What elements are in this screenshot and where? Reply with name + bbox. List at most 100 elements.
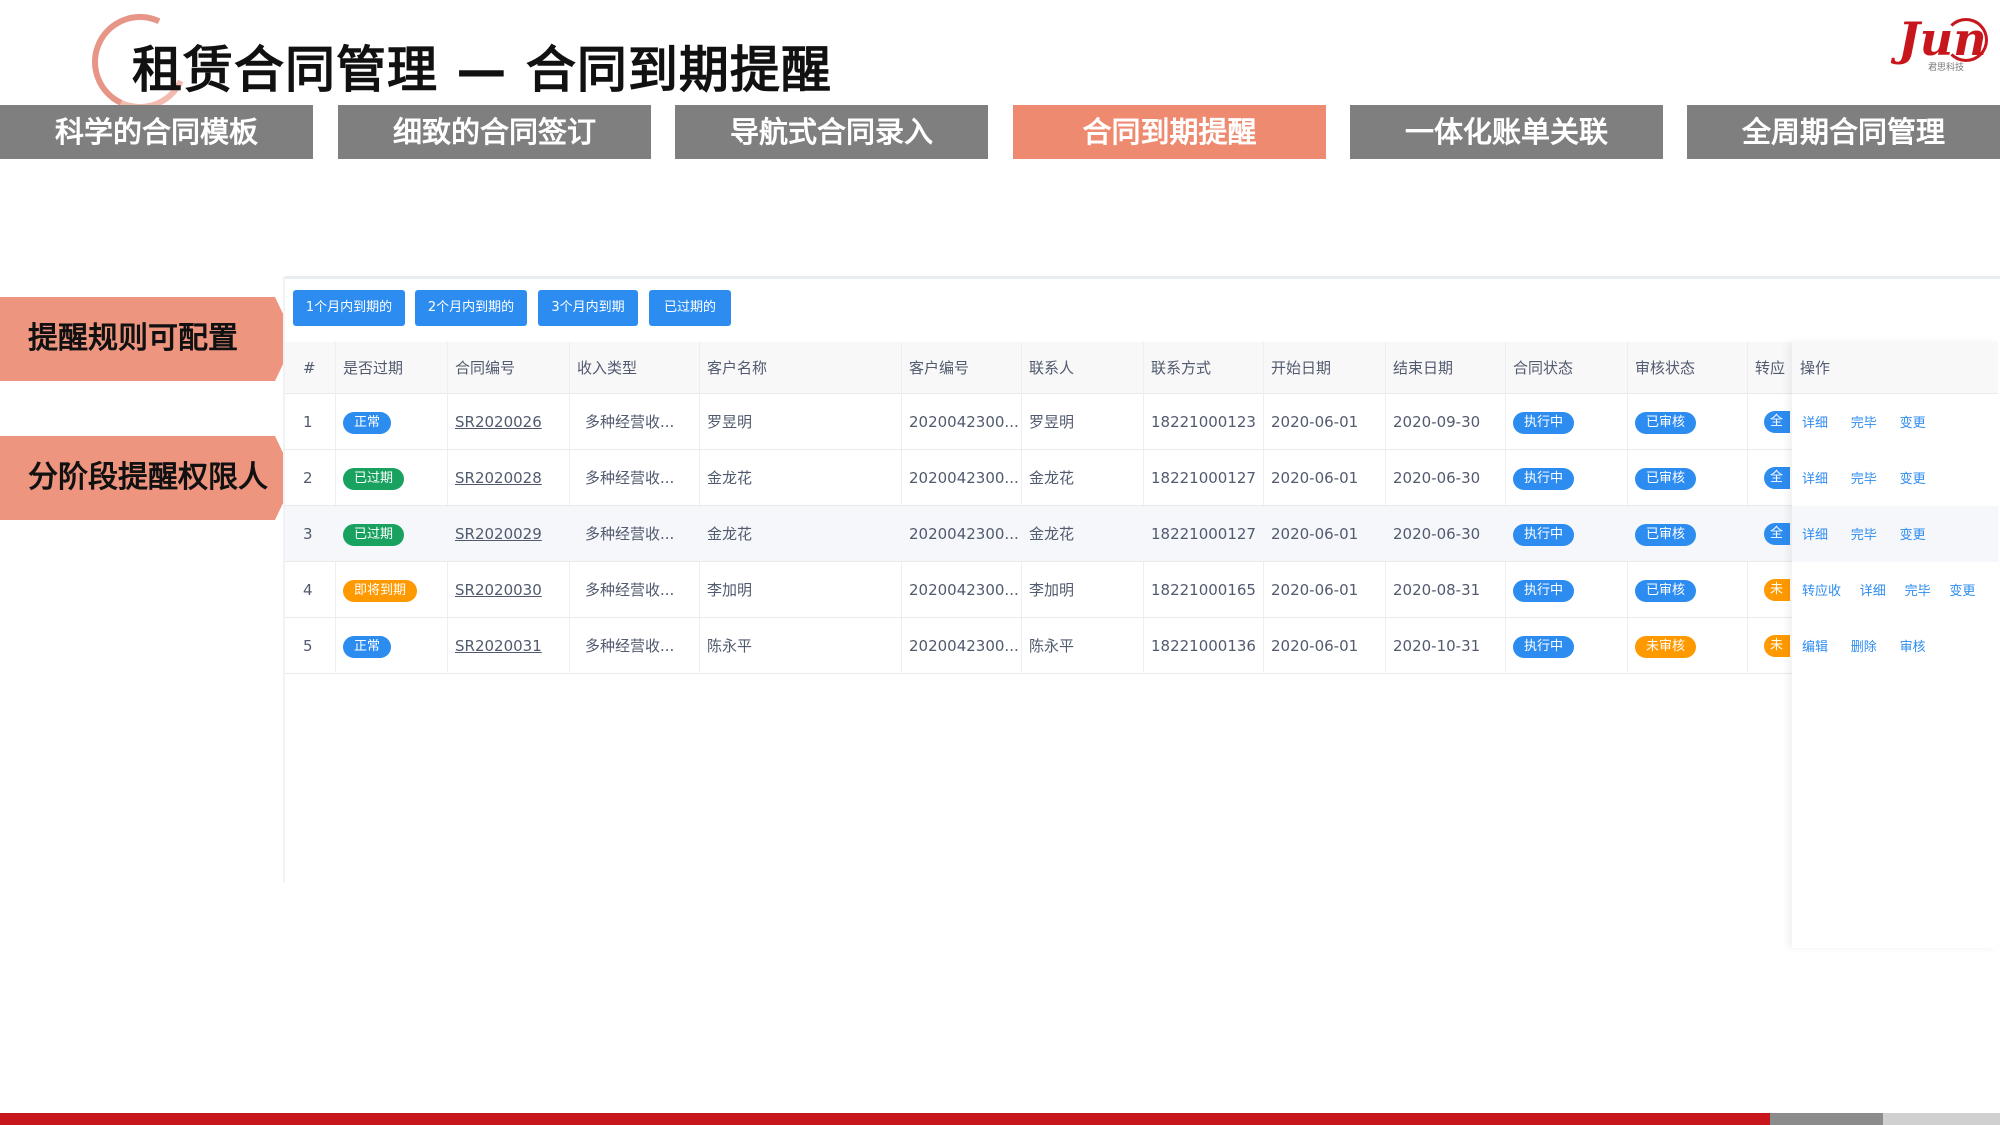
audit-status-badge: 未审核 (1635, 635, 1697, 658)
contract-status-badge: 执行中 (1513, 411, 1575, 434)
contract-code-link[interactable]: SR2020028 (455, 469, 542, 487)
audit-link[interactable]: 审核 (1900, 640, 1926, 655)
cell-contact: 金龙花 (1029, 469, 1075, 487)
expired-status-badge: 正常 (343, 635, 392, 658)
delete-link[interactable]: 删除 (1851, 640, 1877, 655)
th-end-date: 结束日期 (1393, 359, 1454, 377)
panel-divider (283, 276, 2000, 279)
change-link[interactable]: 变更 (1900, 528, 1926, 543)
expired-status-badge: 正常 (343, 411, 392, 434)
detail-link[interactable]: 详细 (1860, 584, 1886, 599)
row-actions: 详细 完毕 变更 (1792, 394, 1998, 450)
cell-contract-status: 执行中 (1505, 618, 1627, 674)
filter-3-months-button[interactable]: 3个月内到期 (538, 290, 638, 326)
cell-contract-code: SR2020030 (447, 562, 569, 618)
table-header: # 是否过期 合同编号 收入类型 客户名称 客户编号 联系人 联系方式 开始日期… (285, 342, 1998, 394)
cell-contract-code: SR2020026 (447, 394, 569, 450)
row-actions: 详细 完毕 变更 (1792, 506, 1998, 562)
cell-end-date: 2020-06-30 (1393, 525, 1481, 543)
cell-contract-code: SR2020028 (447, 450, 569, 506)
complete-link[interactable]: 完毕 (1851, 528, 1877, 543)
th-contract-status: 合同状态 (1513, 359, 1574, 377)
cell-end-date: 2020-06-30 (1393, 469, 1481, 487)
cell-phone: 18221000136 (1151, 637, 1256, 655)
cell-customer-no: 2020042300... (909, 637, 1019, 655)
complete-link[interactable]: 完毕 (1851, 472, 1877, 487)
table-row[interactable]: 2 已过期 SR2020028 多种经营收... 金龙花 2020042300.… (285, 450, 1998, 506)
th-start-date: 开始日期 (1271, 359, 1332, 377)
row-actions: 转应收 详细 完毕 变更 (1792, 562, 1998, 618)
contract-code-link[interactable]: SR2020030 (455, 581, 542, 599)
logo-mark: Jun (1898, 12, 1987, 66)
th-contract-code: 合同编号 (455, 359, 516, 377)
th-customer-name: 客户名称 (707, 359, 768, 377)
cell-income-type: 多种经营收... (585, 637, 675, 655)
table-row[interactable]: 5 正常 SR2020031 多种经营收... 陈永平 2020042300..… (285, 618, 1998, 674)
change-link[interactable]: 变更 (1900, 416, 1926, 431)
cell-income-type: 多种经营收... (585, 469, 675, 487)
contract-code-link[interactable]: SR2020026 (455, 413, 542, 431)
expired-status-badge: 已过期 (343, 523, 405, 546)
contract-status-badge: 执行中 (1513, 635, 1575, 658)
cell-customer-no: 2020042300... (909, 581, 1019, 599)
change-link[interactable]: 变更 (1949, 584, 1975, 599)
tab-bill-linking[interactable]: 一体化账单关联 (1350, 105, 1663, 159)
detail-link[interactable]: 详细 (1802, 416, 1828, 431)
cell-contract-code: SR2020031 (447, 618, 569, 674)
cell-contact: 罗昱明 (1029, 413, 1075, 431)
edit-link[interactable]: 编辑 (1802, 640, 1828, 655)
tab-contract-template[interactable]: 科学的合同模板 (0, 105, 313, 159)
th-contact: 联系人 (1029, 359, 1075, 377)
convert-status-badge: 全 (1764, 523, 1790, 545)
cell-audit-status: 已审核 (1627, 450, 1747, 506)
contract-code-link[interactable]: SR2020031 (455, 637, 542, 655)
change-link[interactable]: 变更 (1900, 472, 1926, 487)
detail-link[interactable]: 详细 (1802, 472, 1828, 487)
th-convert: 转应 (1755, 359, 1786, 377)
logo-subtitle: 君思科技 (1928, 63, 1965, 73)
cell-index: 4 (303, 581, 313, 599)
convert-receivable-link[interactable]: 转应收 (1802, 584, 1841, 599)
tab-contract-entry[interactable]: 导航式合同录入 (675, 105, 988, 159)
cell-audit-status: 已审核 (1627, 562, 1747, 618)
filter-expired-button[interactable]: 已过期的 (649, 290, 731, 326)
cell-customer-name: 陈永平 (707, 637, 753, 655)
cell-expired: 已过期 (335, 450, 447, 506)
table-row[interactable]: 3 已过期 SR2020029 多种经营收... 金龙花 2020042300.… (285, 506, 1998, 562)
cell-phone: 18221000127 (1151, 469, 1256, 487)
tab-contract-signing[interactable]: 细致的合同签订 (338, 105, 651, 159)
complete-link[interactable]: 完毕 (1851, 416, 1877, 431)
th-customer-no: 客户编号 (909, 359, 970, 377)
table-row[interactable]: 1 正常 SR2020026 多种经营收... 罗昱明 2020042300..… (285, 394, 1998, 450)
cell-contact: 陈永平 (1029, 637, 1075, 655)
detail-link[interactable]: 详细 (1802, 528, 1828, 543)
tab-expiry-reminder[interactable]: 合同到期提醒 (1013, 105, 1326, 159)
operations-column: 操作 详细 完毕 变更 详细 完毕 变更 详细 完毕 变更 转应收 详细 完毕 … (1792, 342, 1998, 948)
cell-contact: 金龙花 (1029, 525, 1075, 543)
tab-full-cycle[interactable]: 全周期合同管理 (1687, 105, 2000, 159)
cell-end-date: 2020-10-31 (1393, 637, 1481, 655)
footer-bar-light (1883, 1113, 2000, 1125)
cell-index: 3 (303, 525, 313, 543)
expired-status-badge: 即将到期 (343, 579, 418, 602)
filter-2-months-button[interactable]: 2个月内到期的 (415, 290, 527, 326)
cell-start-date: 2020-06-01 (1271, 581, 1359, 599)
th-phone: 联系方式 (1151, 359, 1212, 377)
audit-status-badge: 已审核 (1635, 579, 1697, 602)
filter-1-month-button[interactable]: 1个月内到期的 (293, 290, 405, 326)
cell-audit-status: 已审核 (1627, 394, 1747, 450)
th-index: # (303, 359, 316, 377)
contract-code-link[interactable]: SR2020029 (455, 525, 542, 543)
cell-start-date: 2020-06-01 (1271, 469, 1359, 487)
callout-configurable-rules: 提醒规则可配置 (0, 297, 295, 381)
cell-expired: 正常 (335, 394, 447, 450)
table-row[interactable]: 4 即将到期 SR2020030 多种经营收... 李加明 2020042300… (285, 562, 1998, 618)
cell-contract-status: 执行中 (1505, 450, 1627, 506)
convert-status-badge: 未 (1764, 579, 1790, 601)
cell-index: 2 (303, 469, 313, 487)
complete-link[interactable]: 完毕 (1905, 584, 1931, 599)
cell-income-type: 多种经营收... (585, 525, 675, 543)
audit-status-badge: 已审核 (1635, 523, 1697, 546)
cell-end-date: 2020-08-31 (1393, 581, 1481, 599)
company-logo: Jun 君思科技 (1898, 12, 1990, 73)
